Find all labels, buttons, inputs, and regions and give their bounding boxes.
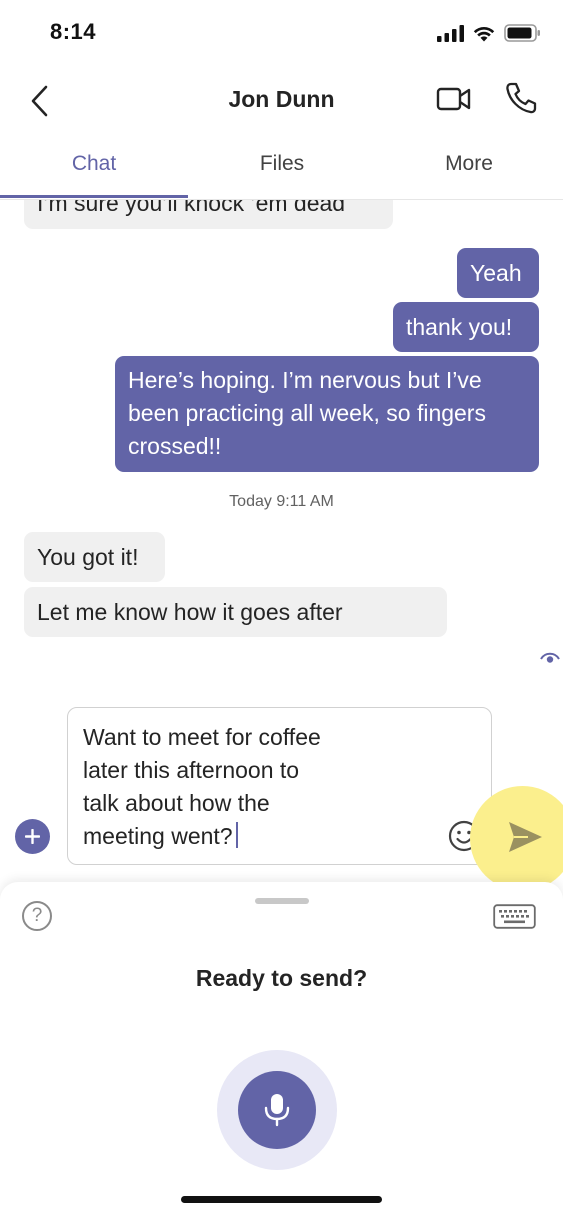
help-icon: ? — [31, 905, 43, 926]
phone-call-icon — [506, 82, 537, 114]
tab-active-indicator — [0, 195, 188, 198]
message-outgoing[interactable]: thank you! — [393, 302, 539, 352]
message-input-value: Want to meet for coffee later this after… — [83, 724, 321, 849]
keyboard-icon — [493, 904, 536, 929]
tab-more[interactable]: More — [375, 152, 563, 176]
message-list[interactable]: I’m sure you’ll knock ’em dead Yeah than… — [0, 200, 563, 700]
signal-icon — [437, 24, 464, 42]
status-time: 8:14 — [50, 19, 97, 44]
sheet-grabber[interactable] — [255, 898, 309, 904]
tab-chat[interactable]: Chat — [0, 152, 188, 176]
video-call-button[interactable] — [436, 83, 472, 115]
chat-title: Jon Dunn — [228, 86, 335, 112]
dictation-sheet: ? Ready to send? — [0, 882, 563, 1219]
tab-files[interactable]: Files — [188, 152, 376, 176]
keyboard-button[interactable] — [493, 904, 536, 929]
home-indicator[interactable] — [181, 1196, 382, 1203]
add-attachment-button[interactable] — [15, 819, 50, 854]
send-button[interactable] — [506, 820, 544, 854]
wifi-icon — [473, 26, 495, 41]
help-button[interactable]: ? — [22, 901, 52, 931]
battery-icon — [504, 24, 540, 42]
send-icon — [509, 822, 542, 852]
message-outgoing[interactable]: Here’s hoping. I’m nervous but I’ve been… — [115, 356, 539, 472]
message-input-text[interactable]: Want to meet for coffee later this after… — [83, 721, 383, 853]
text-caret — [235, 822, 238, 848]
tab-bar: Chat Files More — [0, 136, 563, 200]
dictation-prompt: Ready to send? — [195, 965, 368, 991]
message-timestamp: Today 9:11 AM — [229, 493, 334, 510]
seen-icon — [540, 651, 560, 665]
microphone-icon — [264, 1094, 290, 1127]
message-incoming[interactable]: Let me know how it goes after — [24, 587, 447, 637]
video-call-icon — [436, 87, 471, 111]
status-icons — [437, 24, 541, 42]
message-incoming[interactable]: I’m sure you’ll knock ’em dead — [24, 200, 393, 229]
add-icon — [25, 829, 40, 844]
message-outgoing[interactable]: Yeah — [457, 248, 539, 298]
status-bar: 8:14 — [0, 0, 563, 66]
message-input[interactable]: Want to meet for coffee later this after… — [67, 707, 492, 865]
phone-call-button[interactable] — [503, 80, 539, 116]
chat-header: Jon Dunn — [0, 66, 563, 136]
message-incoming[interactable]: You got it! — [24, 532, 165, 582]
microphone-button[interactable] — [238, 1071, 316, 1149]
